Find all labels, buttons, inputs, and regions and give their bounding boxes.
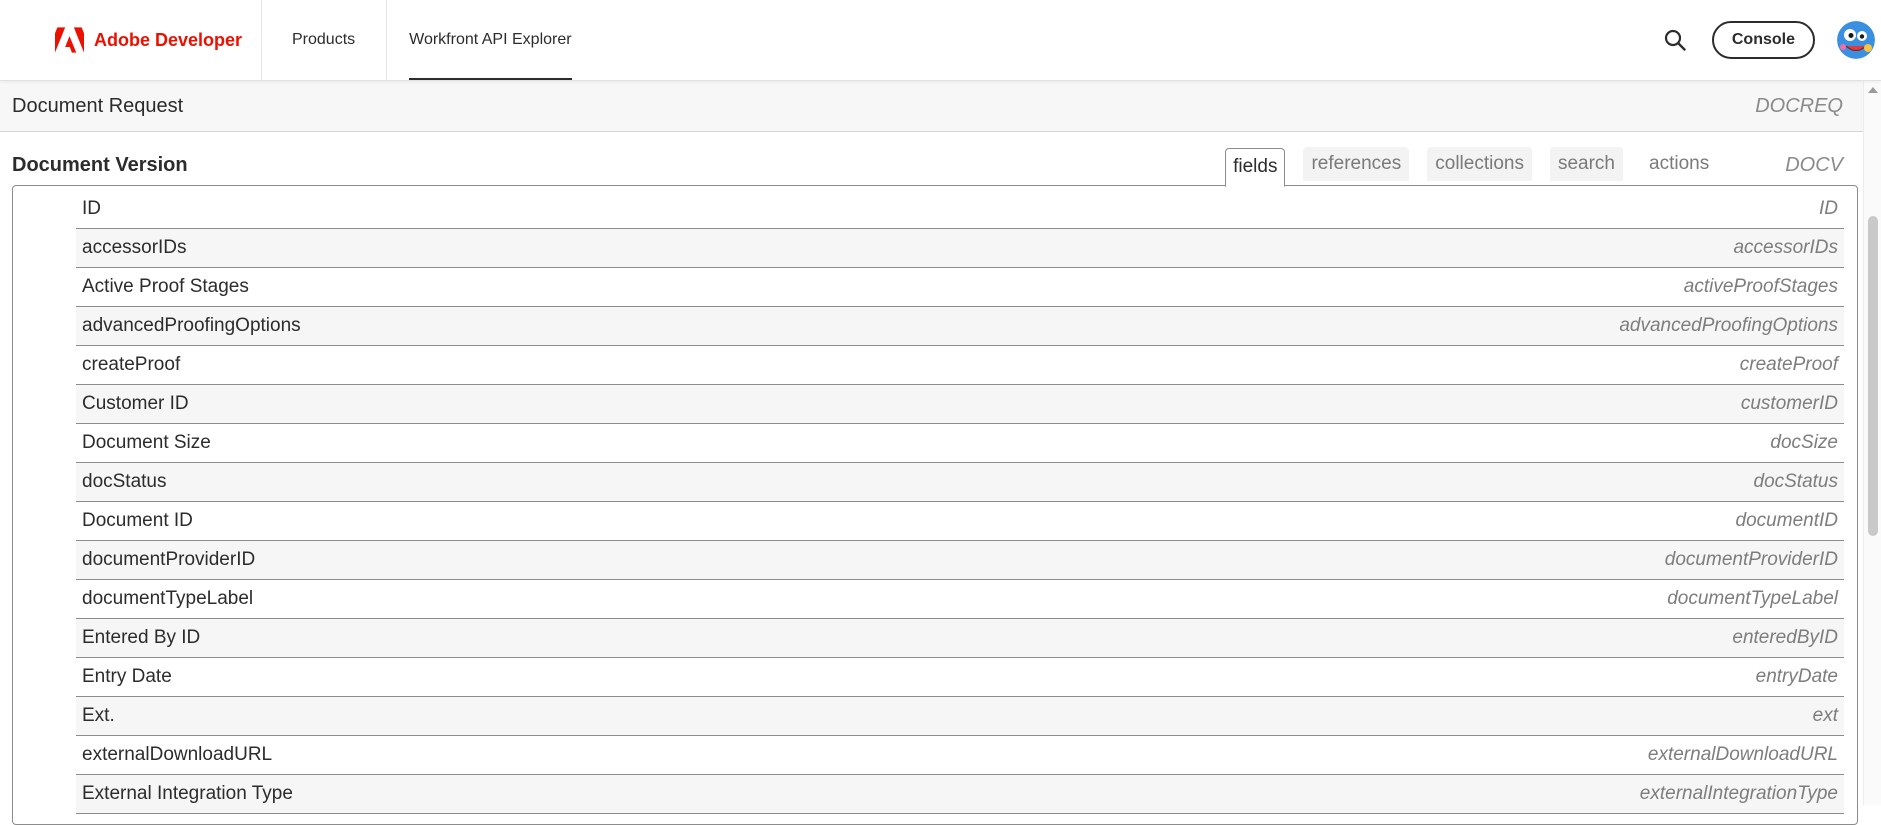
field-name: externalDownloadURL: [82, 744, 273, 765]
tab-collections[interactable]: collections: [1427, 147, 1532, 181]
object-header-document-version: Document Version fields references colle…: [0, 132, 1863, 187]
field-name: documentProviderID: [82, 549, 256, 570]
field-name: Document Size: [82, 432, 211, 453]
tab-actions[interactable]: actions: [1641, 147, 1717, 181]
field-code: entryDate: [1755, 666, 1838, 687]
field-row: createProof createProof: [76, 346, 1844, 385]
field-code: customerID: [1740, 393, 1838, 414]
field-code: advancedProofingOptions: [1619, 315, 1838, 336]
field-code: enteredByID: [1732, 627, 1838, 648]
field-name: External Integration Type: [82, 783, 293, 804]
field-row: Active Proof Stages activeProofStages: [76, 268, 1844, 307]
field-name: createProof: [82, 354, 181, 375]
nav-products[interactable]: Products: [262, 0, 388, 80]
field-code: externalDownloadURL: [1647, 744, 1838, 765]
fields-panel: ID ID accessorIDs accessorIDs Active Pro…: [12, 185, 1858, 825]
field-code: accessorIDs: [1733, 237, 1838, 258]
field-row: ID ID: [76, 190, 1844, 229]
field-name: Entry Date: [82, 666, 172, 687]
field-name: Customer ID: [82, 393, 189, 414]
field-code: externalIntegrationType: [1639, 783, 1838, 804]
avatar-icon: [1837, 21, 1875, 59]
field-row: docStatus docStatus: [76, 463, 1844, 502]
field-row: documentTypeLabel documentTypeLabel: [76, 580, 1844, 619]
field-code: ID: [1819, 198, 1838, 219]
scrollbar-thumb[interactable]: [1868, 216, 1878, 536]
search-button[interactable]: [1660, 25, 1690, 55]
field-code: docStatus: [1753, 471, 1839, 492]
field-row: Document Size docSize: [76, 424, 1844, 463]
tab-fields[interactable]: fields: [1225, 148, 1286, 187]
field-code: ext: [1812, 705, 1838, 726]
field-row: Document ID documentID: [76, 502, 1844, 541]
object-title[interactable]: Document Version: [12, 154, 188, 177]
search-icon: [1664, 29, 1686, 51]
object-label: Document Request: [12, 94, 184, 117]
field-name: Ext.: [82, 705, 115, 726]
field-name: Entered By ID: [82, 627, 201, 648]
field-code: docSize: [1770, 432, 1838, 453]
field-name: accessorIDs: [82, 237, 187, 258]
field-name: docStatus: [82, 471, 167, 492]
scroll-up-icon[interactable]: [1868, 87, 1878, 93]
object-row-document-request[interactable]: Document Request DOCREQ: [0, 81, 1863, 132]
page-scrollbar[interactable]: [1863, 81, 1881, 805]
object-code: DOCV: [1785, 154, 1843, 176]
field-name: ID: [82, 198, 101, 219]
field-row: externalDownloadURL externalDownloadURL: [76, 736, 1844, 775]
user-avatar[interactable]: [1837, 21, 1875, 59]
field-row: Entry Date entryDate: [76, 658, 1844, 697]
object-code: DOCREQ: [1755, 94, 1843, 117]
field-code: createProof: [1739, 354, 1838, 375]
brand-name: Adobe Developer: [94, 29, 243, 50]
tab-references[interactable]: references: [1303, 147, 1410, 181]
field-name: Document ID: [82, 510, 193, 531]
field-name: Active Proof Stages: [82, 276, 249, 297]
nav-explorer-label: Workfront API Explorer: [409, 31, 572, 48]
console-button[interactable]: Console: [1711, 21, 1815, 59]
nav-workfront-api-explorer[interactable]: Workfront API Explorer: [387, 0, 572, 80]
top-nav-bar: Adobe Developer Products Workfront API E…: [0, 0, 1881, 81]
adobe-developer-home-link[interactable]: Adobe Developer: [0, 0, 262, 80]
field-code: documentID: [1735, 510, 1838, 531]
field-row: External Integration Type externalIntegr…: [76, 775, 1844, 814]
field-row: accessorIDs accessorIDs: [76, 229, 1844, 268]
field-name: documentTypeLabel: [82, 588, 254, 609]
nav-products-label: Products: [292, 31, 356, 48]
topbar-actions: Console: [1660, 0, 1881, 80]
field-row: advancedProofingOptions advancedProofing…: [76, 307, 1844, 346]
tab-search[interactable]: search: [1549, 147, 1623, 181]
field-code: activeProofStages: [1683, 276, 1838, 297]
field-row: Customer ID customerID: [76, 385, 1844, 424]
field-name: advancedProofingOptions: [82, 315, 301, 336]
field-row: Entered By ID enteredByID: [76, 619, 1844, 658]
active-nav-underline: [409, 78, 572, 80]
field-row: documentProviderID documentProviderID: [76, 541, 1844, 580]
field-code: documentProviderID: [1664, 549, 1838, 570]
field-code: documentTypeLabel: [1667, 588, 1838, 609]
adobe-logo-icon: [55, 27, 84, 53]
object-tabs: fields references collections search act…: [1225, 147, 1717, 187]
field-row: Ext. ext: [76, 697, 1844, 736]
